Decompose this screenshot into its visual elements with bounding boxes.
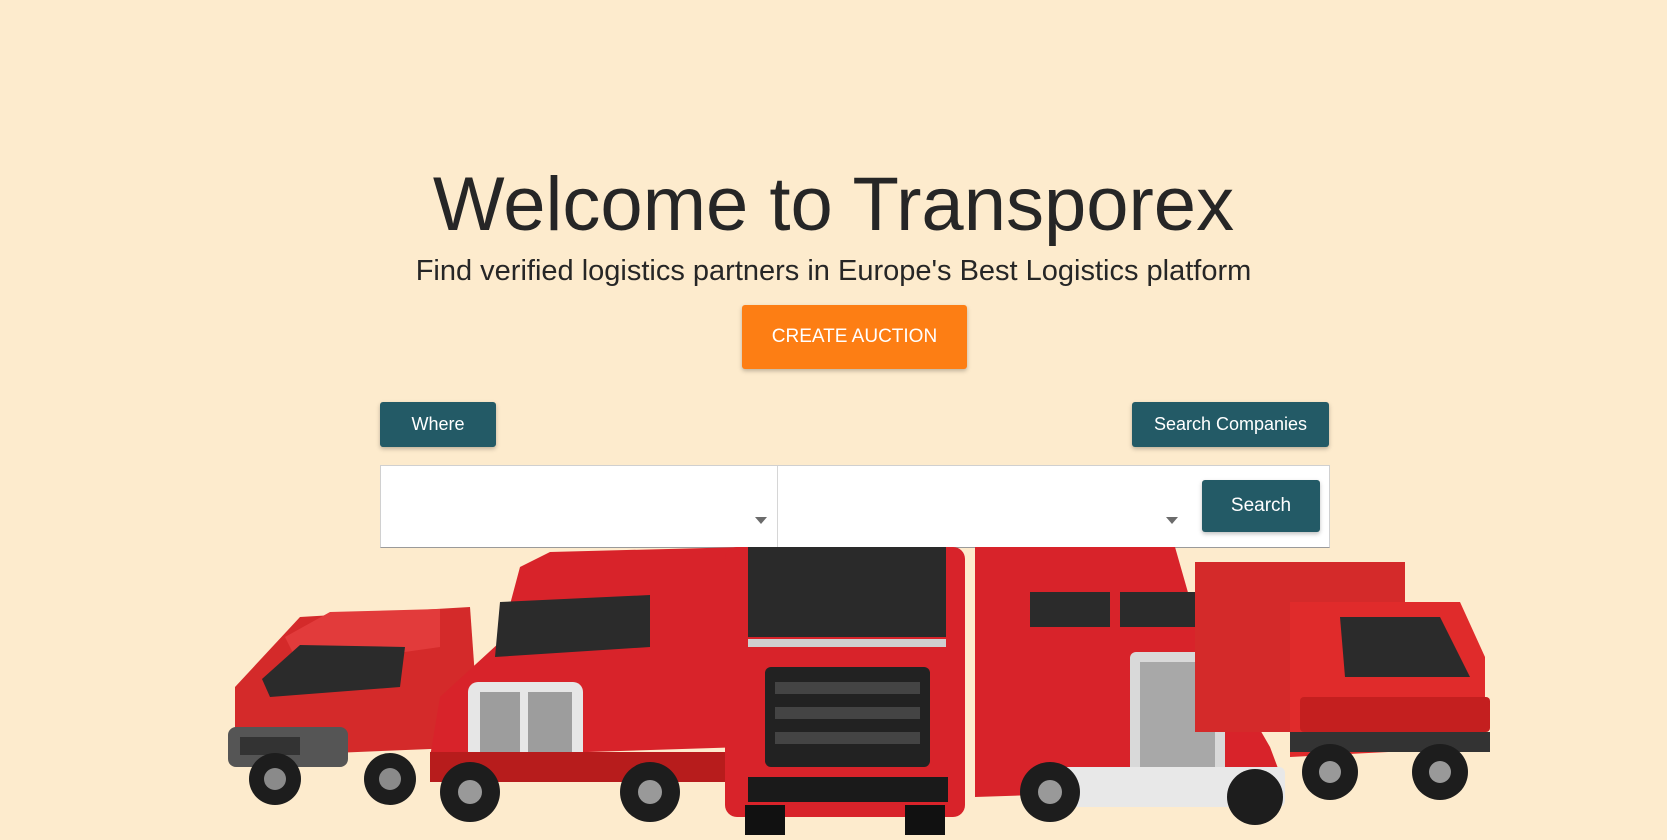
origin-select[interactable] bbox=[381, 466, 778, 547]
cabover-truck-illustration bbox=[725, 547, 965, 835]
create-auction-button[interactable]: CREATE AUCTION bbox=[742, 305, 967, 369]
search-companies-button[interactable]: Search Companies bbox=[1132, 402, 1329, 447]
truck-fleet-image bbox=[228, 547, 1490, 835]
landing-page: Welcome to Transporex Find verified logi… bbox=[0, 0, 1667, 840]
page-subtitle: Find verified logistics partners in Euro… bbox=[415, 255, 1252, 287]
search-bar: Search bbox=[380, 465, 1330, 548]
semi-truck-illustration bbox=[430, 547, 750, 822]
destination-select[interactable] bbox=[778, 466, 1188, 547]
page-title: Welcome to Transporex bbox=[432, 162, 1235, 247]
where-button[interactable]: Where bbox=[380, 402, 496, 447]
search-button[interactable]: Search bbox=[1202, 480, 1320, 532]
chevron-down-icon bbox=[1166, 517, 1178, 524]
chevron-down-icon bbox=[755, 517, 767, 524]
